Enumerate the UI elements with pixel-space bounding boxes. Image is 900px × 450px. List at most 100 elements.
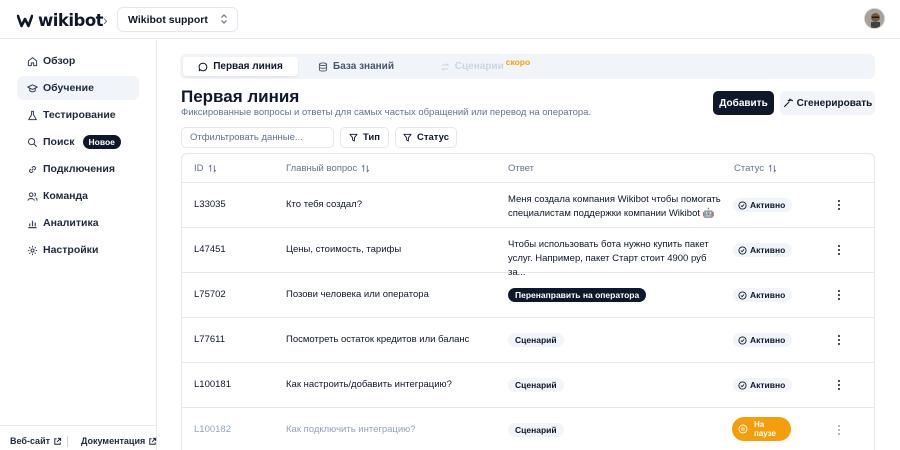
sidebar-item-label: Аналитика xyxy=(43,217,99,229)
column-header-id[interactable]: ID xyxy=(194,163,217,174)
sidebar-item-analytics[interactable]: Аналитика xyxy=(17,211,139,235)
column-label: Статус xyxy=(734,163,765,174)
website-link-label: Веб-сайт xyxy=(10,436,51,446)
status-badge: Активно xyxy=(733,198,793,212)
status-filter-button[interactable]: Статус xyxy=(395,127,457,148)
row-menu-icon[interactable] xyxy=(834,198,844,212)
status-badge: Активно xyxy=(733,333,793,347)
tab-label: База знаний xyxy=(333,61,394,72)
database-icon xyxy=(318,61,328,72)
check-circle-icon xyxy=(738,200,747,210)
status-badge: Активно xyxy=(733,288,793,302)
table-row[interactable]: L47451 Цены, стоимость, тарифы Чтобы исп… xyxy=(182,229,874,278)
status-badge-paused: На паузе xyxy=(732,417,791,441)
chart-icon xyxy=(28,220,37,228)
check-circle-icon xyxy=(738,335,747,345)
table-row[interactable]: L77611 Посмотреть остаток кредитов или б… xyxy=(182,319,874,363)
answer-tag-scenario: Сценарий xyxy=(508,333,564,347)
table-row[interactable]: L33035 Кто тебя создал? Меня создала ком… xyxy=(182,184,874,228)
row-id: L100181 xyxy=(194,379,231,390)
check-circle-icon xyxy=(738,245,747,255)
row-menu-icon[interactable] xyxy=(834,333,844,347)
table-row[interactable]: L75702 Позови человека или оператора Пер… xyxy=(182,274,874,318)
gear-icon xyxy=(27,245,38,255)
avatar-image xyxy=(865,9,884,28)
page-title: Первая линия xyxy=(181,87,300,106)
new-badge: Новое xyxy=(82,135,121,149)
sidebar-item-label: Обзор xyxy=(43,55,76,67)
chat-icon xyxy=(198,62,208,71)
row-menu-icon[interactable] xyxy=(834,288,844,302)
add-button[interactable]: Добавить xyxy=(713,91,774,115)
sidebar-item-label: Тестирование xyxy=(43,109,116,121)
sidebar-item-team[interactable]: Команда xyxy=(17,184,139,208)
column-label: Главный вопрос xyxy=(286,163,358,174)
row-id: L33035 xyxy=(194,199,226,210)
sidebar-item-overview[interactable]: Обзор xyxy=(17,49,139,73)
website-link[interactable]: Веб-сайт xyxy=(10,436,62,446)
row-question: Как настроить/добавить интеграцию? xyxy=(286,379,452,390)
status-label-line: На xyxy=(754,420,765,429)
row-answer: Меня создала компания Wikibot чтобы помо… xyxy=(508,193,723,221)
generate-button[interactable]: Сгенерировать xyxy=(780,91,875,115)
sort-icon xyxy=(361,164,370,173)
section-tabs: Первая линия База знаний Сценарии скоро xyxy=(180,54,875,79)
table-row[interactable]: L100181 Как настроить/добавить интеграци… xyxy=(182,364,874,408)
sidebar-footer: Веб-сайт Документация xyxy=(0,425,157,450)
status-filter-label: Статус xyxy=(416,132,450,143)
status-label: Активно xyxy=(750,380,786,390)
column-header-status[interactable]: Статус xyxy=(734,163,777,174)
status-label: Активно xyxy=(750,200,786,210)
row-question: Позови человека или оператора xyxy=(286,289,429,300)
top-bar: wikibot › Wikibot support xyxy=(0,0,900,39)
tab-first-line[interactable]: Первая линия xyxy=(183,57,298,76)
sort-icon xyxy=(768,164,777,173)
status-label: Активно xyxy=(750,335,786,345)
workspace-selector[interactable]: Wikibot support xyxy=(117,7,238,32)
workspace-name: Wikibot support xyxy=(128,13,208,26)
first-line-table: ID Главный вопрос Ответ Статус L33035 Кт… xyxy=(181,153,875,450)
user-avatar[interactable] xyxy=(864,8,885,29)
sidebar-item-settings[interactable]: Настройки xyxy=(17,238,139,262)
workflow-icon xyxy=(440,62,450,71)
check-circle-icon xyxy=(738,290,747,300)
logo[interactable]: wikibot xyxy=(17,11,104,30)
table-row[interactable]: L100182 Как подключить интеграцию? Сцена… xyxy=(182,409,874,450)
sidebar-item-testing[interactable]: Тестирование xyxy=(17,103,139,127)
coming-soon-badge: скоро xyxy=(505,56,531,67)
docs-link[interactable]: Документация xyxy=(81,436,157,446)
users-icon xyxy=(27,191,38,201)
sidebar-item-search[interactable]: Поиск Новое xyxy=(17,130,139,154)
filter-icon xyxy=(349,133,358,142)
sidebar: Обзор Обучение Тестирование Поиск Новое … xyxy=(0,40,157,450)
external-link-icon xyxy=(149,437,157,445)
link-icon xyxy=(29,165,36,173)
chevron-right-icon: › xyxy=(103,12,108,28)
answer-line: Меня создала компания Wikibot чтобы помо… xyxy=(508,194,721,205)
row-id: L77611 xyxy=(194,334,225,345)
sidebar-item-training[interactable]: Обучение xyxy=(17,76,139,100)
pause-circle-icon xyxy=(738,424,748,434)
tab-label: Сценарии xyxy=(454,61,504,72)
answer-tag-scenario: Сценарий xyxy=(508,378,564,392)
sidebar-item-label: Настройки xyxy=(43,244,99,256)
sidebar-item-label: Обучение xyxy=(43,82,94,94)
column-label: ID xyxy=(194,163,204,174)
status-label: Активно xyxy=(750,290,786,300)
row-menu-icon[interactable] xyxy=(834,423,844,437)
tab-knowledge-base[interactable]: База знаний xyxy=(308,57,404,76)
status-label-line: паузе xyxy=(754,429,776,438)
tab-scenarios: Сценарии скоро xyxy=(435,57,535,76)
column-header-question[interactable]: Главный вопрос xyxy=(286,163,370,174)
sidebar-item-integrations[interactable]: Подключения xyxy=(17,157,139,181)
status-badge: Активно xyxy=(733,243,793,257)
type-filter-button[interactable]: Тип xyxy=(340,127,389,148)
graduation-cap-icon xyxy=(27,83,38,92)
sidebar-item-label: Команда xyxy=(43,190,88,202)
row-menu-icon[interactable] xyxy=(834,378,844,392)
home-icon xyxy=(27,56,38,66)
row-menu-icon[interactable] xyxy=(834,243,844,257)
row-id: L47451 xyxy=(194,244,226,255)
page-subtitle: Фиксированные вопросы и ответы для самых… xyxy=(181,107,592,118)
filter-input[interactable] xyxy=(181,127,334,148)
